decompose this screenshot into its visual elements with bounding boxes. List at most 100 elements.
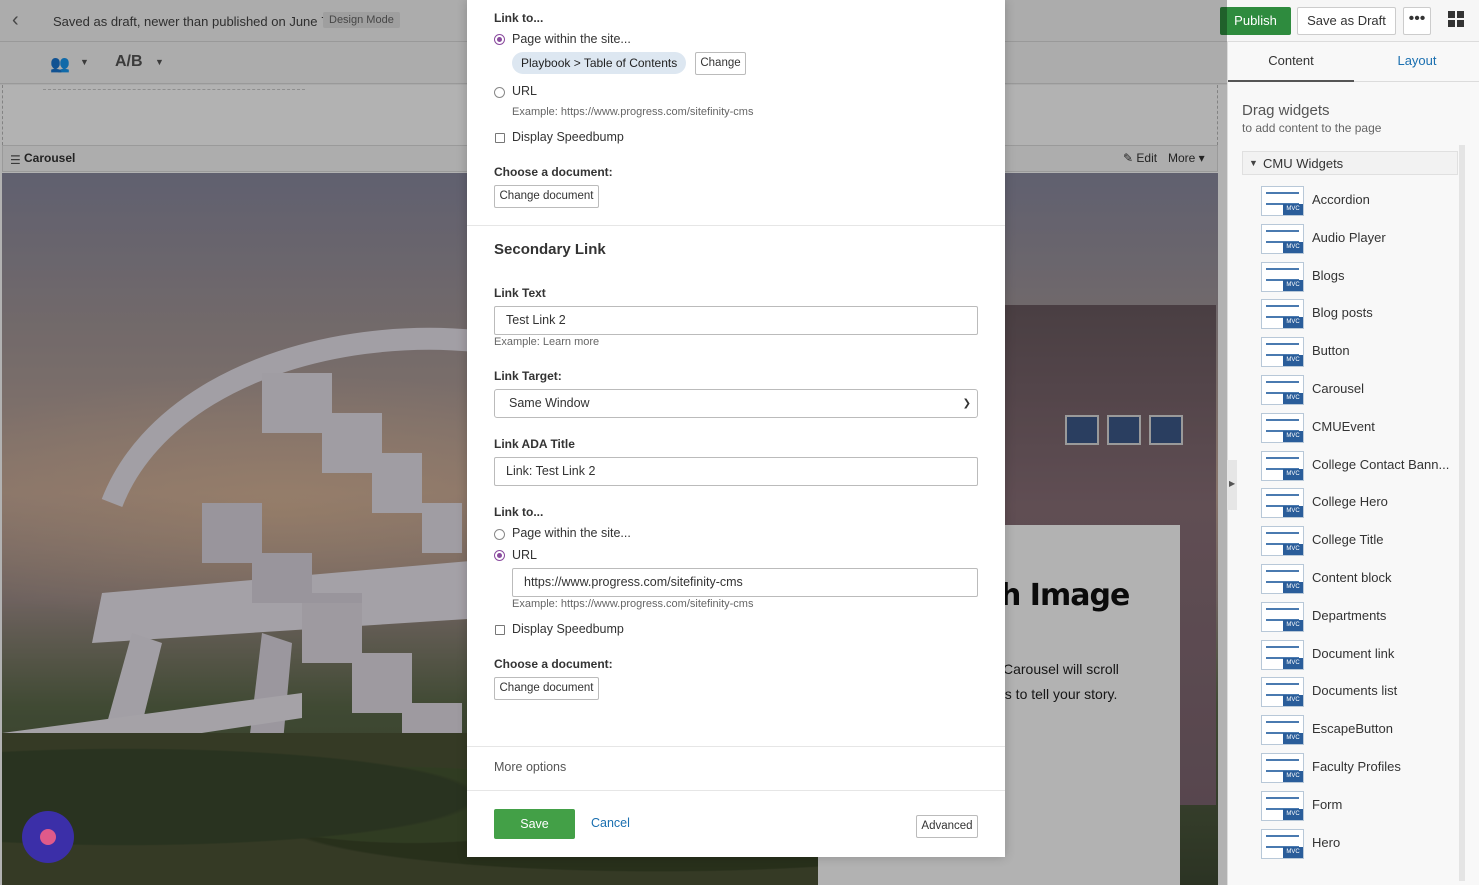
save-button[interactable]: Save — [494, 809, 575, 839]
secondary-link-title: Secondary Link — [494, 241, 606, 258]
widget-label: Form — [1312, 796, 1343, 812]
widget-label: Blog posts — [1312, 305, 1373, 321]
link-target-label: Link Target: — [494, 369, 562, 383]
mvc-badge: MVC — [1283, 770, 1303, 782]
choose-document-label: Choose a document: — [494, 165, 613, 179]
change-document-button[interactable]: Change document — [494, 677, 599, 700]
widget-icon: MVC — [1261, 412, 1304, 443]
speedbump-label: Display Speedbump — [512, 130, 624, 144]
url-input[interactable]: https://www.progress.com/sitefinity-cms — [512, 568, 978, 597]
widget-item[interactable]: MVC College Title — [1261, 520, 1466, 558]
widget-label: Accordion — [1312, 192, 1370, 207]
widget-icon: MVC — [1261, 186, 1304, 216]
mvc-badge: MVC — [1283, 204, 1303, 215]
widgets-sidebar: Content Layout Drag widgets to add conte… — [1227, 42, 1479, 885]
widget-item[interactable]: MVC Blog posts — [1261, 293, 1466, 331]
url-example-hint: Example: https://www.progress.com/sitefi… — [512, 106, 754, 118]
speedbump-checkbox[interactable] — [495, 133, 505, 143]
widget-item[interactable]: MVC Blogs — [1261, 256, 1466, 294]
section-divider — [467, 790, 1005, 791]
publish-button[interactable]: Publish — [1220, 7, 1291, 35]
widget-icon: MVC — [1261, 374, 1304, 405]
widget-label: Audio Player — [1312, 229, 1386, 245]
widget-item[interactable]: MVC Form — [1261, 785, 1466, 823]
widget-label: Blogs — [1312, 267, 1345, 283]
radio-url[interactable] — [494, 87, 505, 98]
widget-item[interactable]: MVC Hero — [1261, 823, 1466, 861]
widget-list: MVC Accordion MVC Audio Player MVC Blogs MVC Bl… — [1261, 180, 1466, 860]
widget-icon: MVC — [1261, 299, 1304, 330]
widget-item[interactable]: MVC Button — [1261, 331, 1466, 369]
widget-item[interactable]: MVC Documents list — [1261, 671, 1466, 709]
radio-page-within-site[interactable] — [494, 529, 505, 540]
section-divider — [467, 746, 1005, 747]
link-text-label: Link Text — [494, 286, 546, 300]
widget-icon: MVC — [1261, 223, 1304, 254]
widget-item[interactable]: MVC Carousel — [1261, 369, 1466, 407]
widget-item[interactable]: MVC Audio Player — [1261, 218, 1466, 256]
widget-item[interactable]: MVC Departments — [1261, 596, 1466, 634]
collapse-sidebar-handle[interactable]: ▶ — [1227, 460, 1237, 510]
mvc-badge: MVC — [1283, 392, 1303, 404]
widget-group-label: CMU Widgets — [1263, 156, 1344, 171]
save-as-draft-button[interactable]: Save as Draft — [1297, 7, 1396, 35]
widget-icon: MVC — [1261, 337, 1304, 368]
chevron-down-icon: ❯ — [962, 398, 971, 409]
widget-item[interactable]: MVC College Hero — [1261, 482, 1466, 520]
mvc-badge: MVC — [1283, 657, 1303, 669]
ada-title-input[interactable]: Link: Test Link 2 — [494, 457, 978, 486]
link-settings-dialog: Link to... Page within the site... Playb… — [467, 0, 1005, 857]
widget-label: Content block — [1312, 569, 1392, 585]
link-text-input[interactable]: Test Link 2 — [494, 306, 978, 335]
widget-icon: MVC — [1261, 752, 1304, 783]
sidebar-subtitle: to add content to the page — [1242, 121, 1382, 135]
link-target-value: Same Window — [509, 396, 590, 410]
mvc-badge: MVC — [1283, 846, 1303, 858]
change-page-button[interactable]: Change — [695, 52, 746, 75]
radio-page-within-site[interactable] — [494, 34, 505, 45]
widget-item[interactable]: MVC Faculty Profiles — [1261, 747, 1466, 785]
widget-icon: MVC — [1261, 677, 1304, 708]
widget-label: EscapeButton — [1312, 721, 1393, 737]
speedbump-checkbox[interactable] — [495, 625, 505, 635]
advanced-button[interactable]: Advanced — [916, 815, 978, 838]
tab-layout[interactable]: Layout — [1354, 42, 1479, 82]
widget-item[interactable]: MVC Document link — [1261, 634, 1466, 672]
radio-page-label: Page within the site... — [512, 32, 631, 46]
widget-icon: MVC — [1261, 526, 1304, 557]
mvc-badge: MVC — [1283, 430, 1303, 442]
widget-label: Faculty Profiles — [1312, 758, 1401, 774]
link-target-select[interactable]: Same Window ❯ — [494, 389, 978, 418]
widget-label: Button — [1312, 343, 1350, 359]
more-options-toggle[interactable]: More options — [494, 760, 566, 774]
widget-item[interactable]: MVC Accordion — [1261, 180, 1466, 218]
widget-icon: MVC — [1261, 790, 1304, 821]
widget-icon: MVC — [1261, 450, 1304, 481]
cancel-link[interactable]: Cancel — [591, 816, 630, 830]
change-document-button[interactable]: Change document — [494, 185, 599, 208]
widget-label: Hero — [1312, 834, 1341, 850]
widget-icon: MVC — [1261, 488, 1304, 519]
grid-view-icon[interactable] — [1448, 11, 1466, 29]
sidebar-scrollbar[interactable] — [1459, 145, 1465, 881]
widget-icon: MVC — [1261, 601, 1304, 632]
radio-url[interactable] — [494, 550, 505, 561]
widget-item[interactable]: MVC College Contact Bann... — [1261, 445, 1466, 483]
widget-group-header[interactable]: ▼ CMU Widgets — [1242, 151, 1458, 175]
mvc-badge: MVC — [1283, 619, 1303, 631]
widget-item[interactable]: MVC EscapeButton — [1261, 709, 1466, 747]
choose-document-label: Choose a document: — [494, 657, 613, 671]
widget-label: CMUEvent — [1312, 418, 1375, 434]
link-to-label: Link to... — [494, 11, 544, 25]
widget-item[interactable]: MVC CMUEvent — [1261, 407, 1466, 445]
widget-icon: MVC — [1261, 639, 1304, 670]
mvc-badge: MVC — [1283, 241, 1303, 253]
assistant-bubble-icon[interactable] — [22, 811, 74, 863]
more-actions-button[interactable]: ••• — [1403, 7, 1431, 35]
mvc-badge: MVC — [1283, 544, 1303, 556]
mvc-badge: MVC — [1283, 808, 1303, 820]
widget-item[interactable]: MVC Content block — [1261, 558, 1466, 596]
tab-content[interactable]: Content — [1228, 42, 1354, 82]
ada-title-label: Link ADA Title — [494, 437, 575, 451]
selected-page-chip[interactable]: Playbook > Table of Contents — [512, 52, 687, 74]
